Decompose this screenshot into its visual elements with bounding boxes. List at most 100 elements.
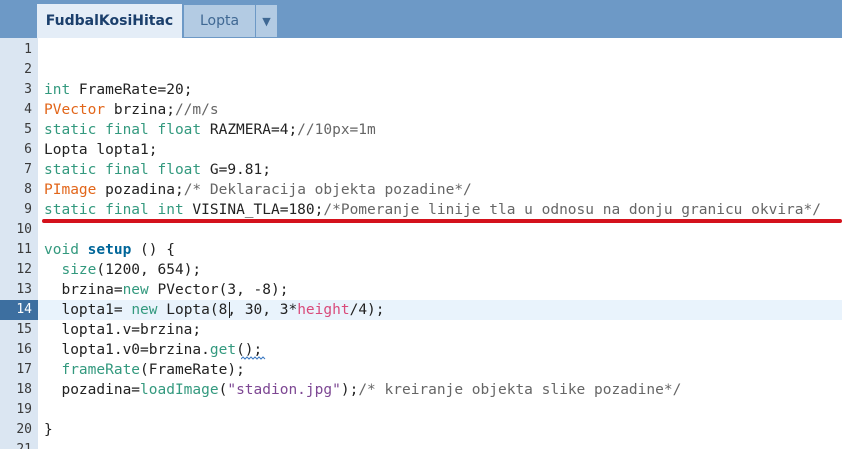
code-line[interactable]: 8 PImage pozadina;/* Deklaracija objekta … xyxy=(0,180,842,200)
tab-lopta[interactable]: Lopta xyxy=(184,5,255,37)
code-token: static final float xyxy=(44,122,202,138)
code-text[interactable]: static final float RAZMERA=4;//10px=1m xyxy=(44,120,376,140)
code-text[interactable]: lopta1.v0=brzina.get(); xyxy=(44,340,262,360)
tab-menu-chevron-down-icon[interactable]: ▼ xyxy=(256,5,277,37)
code-token: size xyxy=(61,262,97,278)
code-line[interactable]: 14 lopta1= new Lopta(8, 30, 3*height/4); xyxy=(0,300,842,320)
code-token: lopta1.v=brzina; xyxy=(44,322,202,338)
line-number: 17 xyxy=(16,362,32,377)
code-token: new xyxy=(131,302,158,318)
code-token: int xyxy=(44,82,71,98)
code-text[interactable]: lopta1.v=brzina; xyxy=(44,320,201,340)
line-number: 5 xyxy=(24,122,32,137)
code-token: pozadina= xyxy=(44,382,141,398)
code-token: FrameRate=20; xyxy=(70,82,193,98)
line-number: 6 xyxy=(24,142,32,157)
code-line[interactable]: 6 Lopta lopta1; xyxy=(0,140,842,160)
code-token: /* kreiranje objekta slike pozadine*/ xyxy=(358,382,682,398)
code-text[interactable]: PVector brzina;//m/s xyxy=(44,100,219,120)
code-token: height xyxy=(297,302,350,318)
code-text[interactable]: static final float G=9.81; xyxy=(44,160,271,180)
code-token: lopta1.v0=brzina. xyxy=(44,342,210,358)
code-line[interactable]: 1 xyxy=(0,40,842,60)
code-line[interactable]: 18 pozadina=loadImage("stadion.jpg");/* … xyxy=(0,380,842,400)
code-token: RAZMERA=4; xyxy=(201,122,298,138)
code-token: PVector(3, -8); xyxy=(148,282,289,298)
tab-fudbalkosihitac[interactable]: FudbalKosiHitac xyxy=(37,4,182,38)
code-line[interactable]: 21 xyxy=(0,440,842,449)
code-token: brzina= xyxy=(44,282,123,298)
line-number: 2 xyxy=(24,62,32,77)
code-line[interactable]: 11 void setup () { xyxy=(0,240,842,260)
line-number: 8 xyxy=(24,182,32,197)
line-number: 19 xyxy=(16,402,32,417)
code-token: (FrameRate); xyxy=(140,362,245,378)
code-text[interactable]: int FrameRate=20; xyxy=(44,80,192,100)
code-line[interactable]: 20} xyxy=(0,420,842,440)
code-line[interactable]: 5 static final float RAZMERA=4;//10px=1m xyxy=(0,120,842,140)
code-token: Lopta lopta1; xyxy=(44,142,158,158)
code-line[interactable]: 15 lopta1.v=brzina; xyxy=(0,320,842,340)
line-number: 18 xyxy=(16,382,32,397)
code-token: PVector xyxy=(44,102,106,118)
code-token: setup xyxy=(87,242,132,258)
code-line[interactable]: 2 xyxy=(0,60,842,80)
annotation-red-underline xyxy=(42,219,842,223)
line-number: 3 xyxy=(24,82,32,97)
code-text[interactable]: pozadina=loadImage("stadion.jpg");/* kre… xyxy=(44,380,681,400)
code-line[interactable]: 9 static final int VISINA_TLA=180;/*Pomer… xyxy=(0,200,842,220)
code-text[interactable]: PImage pozadina;/* Deklaracija objekta p… xyxy=(44,180,472,200)
code-token: /* Deklaracija objekta pozadine*/ xyxy=(183,182,472,198)
code-line[interactable]: 17 frameRate(FrameRate); xyxy=(0,360,842,380)
code-token: Lopta(8, 30, 3* xyxy=(157,302,298,318)
code-line[interactable]: 16 lopta1.v0=brzina.get(); xyxy=(0,340,842,360)
code-token: () { xyxy=(131,242,175,258)
code-line[interactable]: 19 xyxy=(0,400,842,420)
code-text[interactable]: } xyxy=(44,420,53,440)
code-text[interactable]: static final int VISINA_TLA=180;/*Pomera… xyxy=(44,200,821,220)
code-token: pozadina; xyxy=(96,182,184,198)
code-token: get xyxy=(209,342,237,358)
line-number: 16 xyxy=(16,342,32,357)
code-line[interactable]: 7 static final float G=9.81; xyxy=(0,160,842,180)
code-token: G=9.81; xyxy=(201,162,271,178)
line-number: 11 xyxy=(16,242,32,257)
line-number: 1 xyxy=(24,42,32,57)
code-token: (1200, 654); xyxy=(96,262,202,278)
code-token: //m/s xyxy=(174,102,219,118)
code-line[interactable]: 3 int FrameRate=20; xyxy=(0,80,842,100)
code-line[interactable]: 13 brzina=new PVector(3, -8); xyxy=(0,280,842,300)
code-token: PImage xyxy=(44,182,97,198)
line-number: 14 xyxy=(16,302,32,317)
code-line[interactable]: 12 size(1200, 654); xyxy=(0,260,842,280)
code-line[interactable]: 10 xyxy=(0,220,842,240)
line-number: 15 xyxy=(16,322,32,337)
code-text[interactable]: frameRate(FrameRate); xyxy=(44,360,245,380)
code-token: //10px=1m xyxy=(297,122,376,138)
code-text[interactable]: size(1200, 654); xyxy=(44,260,201,280)
code-token: ); xyxy=(340,382,359,398)
code-text[interactable]: brzina=new PVector(3, -8); xyxy=(44,280,288,300)
code-token: loadImage xyxy=(140,382,219,398)
tab-bar: FudbalKosiHitac Lopta ▼ xyxy=(0,0,842,38)
code-text[interactable]: Lopta lopta1; xyxy=(44,140,158,160)
code-token: static final float xyxy=(44,162,202,178)
code-token: frameRate xyxy=(61,362,141,378)
line-number: 4 xyxy=(24,102,32,117)
code-line[interactable]: 4 PVector brzina;//m/s xyxy=(0,100,842,120)
code-token: brzina; xyxy=(105,102,175,118)
code-token: lopta1= xyxy=(44,302,132,318)
code-text[interactable]: lopta1= new Lopta(8, 30, 3*height/4); xyxy=(44,300,385,320)
code-token: /4); xyxy=(349,302,385,318)
code-text[interactable]: void setup () { xyxy=(44,240,175,260)
code-token: new xyxy=(122,282,149,298)
spellcheck-squiggle xyxy=(241,356,266,360)
line-number: 21 xyxy=(0,440,32,449)
line-number: 13 xyxy=(16,282,32,297)
line-number: 7 xyxy=(24,162,32,177)
text-cursor xyxy=(229,302,230,318)
code-token: "stadion.jpg" xyxy=(227,382,341,398)
